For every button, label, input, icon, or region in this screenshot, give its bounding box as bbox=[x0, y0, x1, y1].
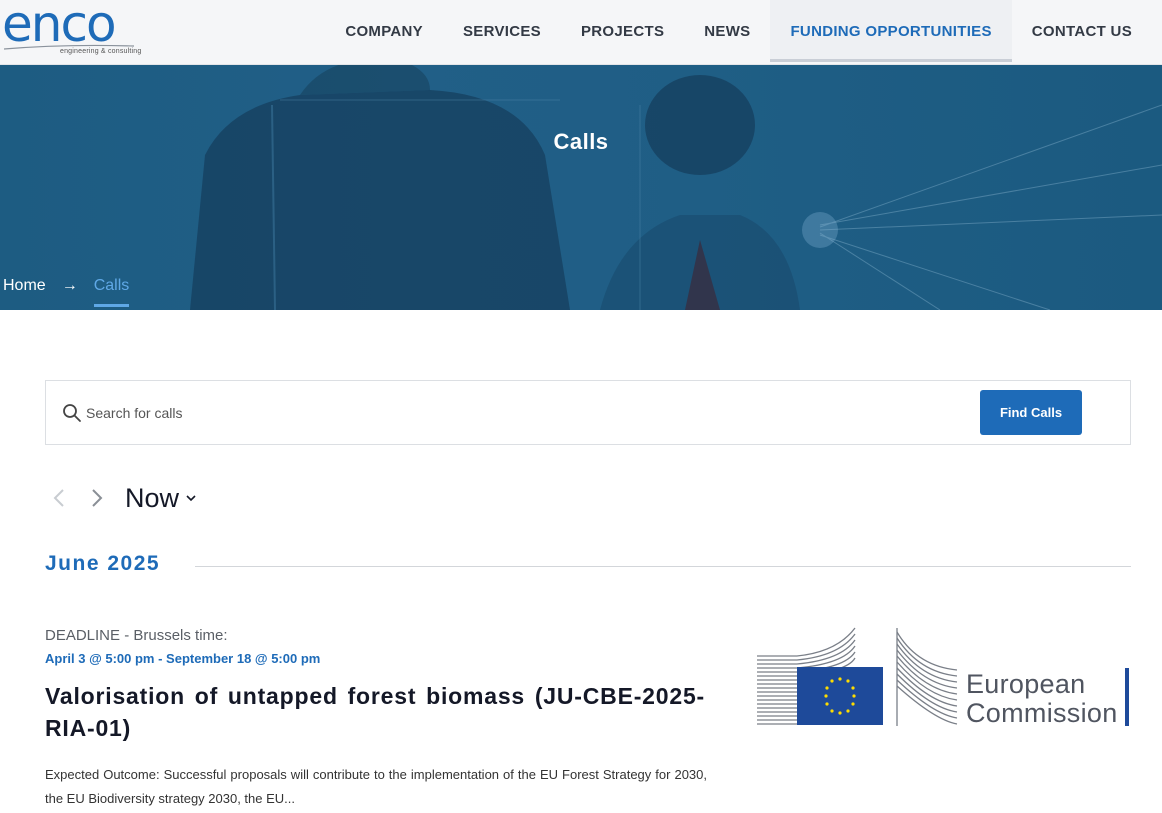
ec-logo-line1: European bbox=[966, 669, 1086, 699]
ec-logo-line2: Commission bbox=[966, 698, 1118, 728]
nav-services[interactable]: SERVICES bbox=[443, 0, 561, 62]
next-button[interactable] bbox=[83, 480, 111, 516]
nav-funding-opportunities[interactable]: FUNDING OPPORTUNITIES bbox=[770, 0, 1012, 62]
ec-logo-bar bbox=[1125, 668, 1129, 726]
date-picker-button[interactable]: Now bbox=[125, 483, 197, 514]
previous-button[interactable] bbox=[45, 480, 73, 516]
nav-contact-us[interactable]: CONTACT US bbox=[1012, 0, 1152, 62]
breadcrumb-home-link[interactable]: Home bbox=[3, 277, 46, 295]
breadcrumb: Home → Calls bbox=[3, 271, 129, 307]
enco-logo[interactable]: enco engineering & consulting bbox=[2, 0, 142, 58]
logo-subtitle: engineering & consulting bbox=[60, 48, 142, 55]
hero-banner: Calls Home → Calls bbox=[0, 65, 1162, 310]
event-deadline-label: DEADLINE - Brussels time: bbox=[45, 627, 228, 644]
search-icon bbox=[63, 404, 81, 422]
breadcrumb-current: Calls bbox=[93, 277, 129, 307]
date-picker-label: Now bbox=[125, 482, 180, 513]
main-nav: COMPANY SERVICES PROJECTS NEWS FUNDING O… bbox=[325, 0, 1152, 65]
page-title: Calls bbox=[553, 129, 609, 154]
site-header: enco engineering & consulting COMPANY SE… bbox=[0, 0, 1162, 65]
ec-logo-text: European Commission bbox=[966, 670, 1118, 728]
chevron-right-icon bbox=[92, 489, 103, 507]
calls-search-bar: Find Calls bbox=[45, 380, 1131, 445]
month-heading: June 2025 bbox=[45, 552, 161, 575]
ec-building-emblem bbox=[757, 627, 958, 726]
chevron-down-icon bbox=[186, 495, 196, 502]
find-calls-button[interactable]: Find Calls bbox=[980, 390, 1082, 435]
event-date-range: April 3 @ 5:00 pm - September 18 @ 5:00 … bbox=[45, 651, 321, 666]
nav-company[interactable]: COMPANY bbox=[325, 0, 443, 62]
hero-background-image bbox=[190, 65, 1162, 310]
search-input[interactable] bbox=[86, 399, 966, 427]
nav-news[interactable]: NEWS bbox=[684, 0, 770, 62]
event-description: Expected Outcome: Successful proposals w… bbox=[45, 767, 707, 806]
nav-projects[interactable]: PROJECTS bbox=[561, 0, 684, 62]
date-navigation: Now bbox=[45, 478, 197, 518]
breadcrumb-arrow-icon: → bbox=[61, 277, 78, 294]
event-title-link[interactable]: Valorisation of untapped forest biomass … bbox=[45, 680, 705, 744]
chevron-left-icon bbox=[53, 489, 64, 507]
month-divider bbox=[195, 566, 1131, 567]
